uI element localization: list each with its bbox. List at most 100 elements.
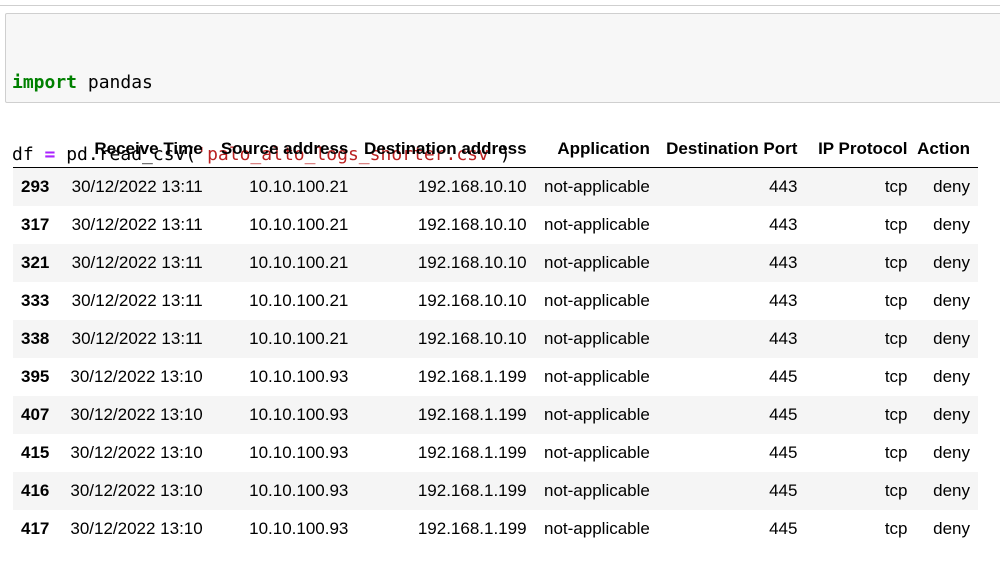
code-cell-input[interactable]: import pandas df = pd.read_csv('palo_alt… [5, 13, 1000, 237]
cell-destination-address: 192.168.1.199 [417, 405, 527, 424]
cell-destination-port: 445 [769, 443, 798, 462]
column-header-application: Application [534, 130, 658, 168]
cell-destination-port: 443 [769, 253, 798, 272]
cell-ip-protocol: tcp [884, 215, 908, 234]
row-index: 395 [21, 367, 50, 386]
column-header-action: Action [915, 130, 978, 168]
cell-destination-port: 443 [769, 215, 798, 234]
table-row: 317 30/12/2022 13:11 10.10.100.21 192.16… [13, 206, 978, 244]
cell-ip-protocol: tcp [884, 443, 908, 462]
cell-action: deny [933, 481, 970, 500]
cell-destination-address: 192.168.10.10 [417, 329, 527, 348]
cell-source-address: 10.10.100.93 [249, 443, 349, 462]
cell-source-address: 10.10.100.21 [249, 253, 349, 272]
cell-ip-protocol: tcp [884, 291, 908, 310]
cell-destination-address: 192.168.10.10 [417, 253, 527, 272]
dataframe-table: Receive Time Source address Destination … [13, 130, 978, 548]
table-row: 417 30/12/2022 13:10 10.10.100.93 192.16… [13, 510, 978, 548]
cell-action: deny [933, 177, 970, 196]
row-index: 407 [21, 405, 50, 424]
cell-source-address: 10.10.100.21 [249, 177, 349, 196]
cell-receive-time: 30/12/2022 13:11 [71, 177, 203, 196]
cell-receive-time: 30/12/2022 13:10 [70, 443, 203, 462]
column-header-receive-time: Receive Time [61, 130, 211, 168]
table-row: 415 30/12/2022 13:10 10.10.100.93 192.16… [13, 434, 978, 472]
cell-action: deny [933, 329, 970, 348]
cell-receive-time: 30/12/2022 13:11 [71, 329, 203, 348]
cell-receive-time: 30/12/2022 13:11 [71, 253, 203, 272]
column-header-destination-address: Destination address [356, 130, 535, 168]
cell-ip-protocol: tcp [884, 329, 908, 348]
cell-ip-protocol: tcp [884, 519, 908, 538]
cell-output: Receive Time Source address Destination … [13, 130, 978, 548]
cell-action: deny [933, 215, 970, 234]
cell-application: not-applicable [544, 443, 650, 462]
cell-destination-address: 192.168.10.10 [417, 291, 527, 310]
cell-ip-protocol: tcp [884, 253, 908, 272]
keyword-import: import [12, 72, 78, 93]
cell-source-address: 10.10.100.21 [249, 329, 349, 348]
code-line-1: import pandas [12, 71, 1000, 95]
code-text: pandas [77, 72, 153, 93]
cell-destination-address: 192.168.10.10 [417, 177, 527, 196]
cell-receive-time: 30/12/2022 13:10 [70, 519, 203, 538]
row-index: 416 [21, 481, 50, 500]
cell-action: deny [933, 253, 970, 272]
cell-receive-time: 30/12/2022 13:10 [70, 367, 203, 386]
cell-application: not-applicable [544, 481, 650, 500]
cell-application: not-applicable [544, 253, 650, 272]
table-row: 338 30/12/2022 13:11 10.10.100.21 192.16… [13, 320, 978, 358]
table-row: 416 30/12/2022 13:10 10.10.100.93 192.16… [13, 472, 978, 510]
cell-action: deny [933, 443, 970, 462]
cell-application: not-applicable [544, 405, 650, 424]
cell-source-address: 10.10.100.93 [249, 367, 349, 386]
cell-application: not-applicable [544, 177, 650, 196]
cell-destination-port: 443 [769, 329, 798, 348]
cell-destination-port: 445 [769, 481, 798, 500]
row-index: 338 [21, 329, 50, 348]
cell-destination-port: 445 [769, 405, 798, 424]
cell-source-address: 10.10.100.93 [249, 519, 349, 538]
table-row: 321 30/12/2022 13:11 10.10.100.21 192.16… [13, 244, 978, 282]
table-row: 293 30/12/2022 13:11 10.10.100.21 192.16… [13, 167, 978, 206]
cell-divider [0, 5, 1000, 6]
row-index: 417 [21, 519, 50, 538]
row-index: 293 [21, 177, 50, 196]
table-row: 407 30/12/2022 13:10 10.10.100.93 192.16… [13, 396, 978, 434]
cell-destination-port: 443 [769, 291, 798, 310]
cell-ip-protocol: tcp [884, 405, 908, 424]
cell-application: not-applicable [544, 519, 650, 538]
cell-destination-address: 192.168.10.10 [417, 215, 527, 234]
row-index: 415 [21, 443, 50, 462]
cell-source-address: 10.10.100.93 [249, 481, 349, 500]
cell-ip-protocol: tcp [884, 177, 908, 196]
table-row: 395 30/12/2022 13:10 10.10.100.93 192.16… [13, 358, 978, 396]
row-index: 321 [21, 253, 50, 272]
cell-destination-port: 445 [769, 367, 798, 386]
cell-receive-time: 30/12/2022 13:10 [70, 481, 203, 500]
cell-source-address: 10.10.100.21 [249, 215, 349, 234]
cell-application: not-applicable [544, 215, 650, 234]
cell-receive-time: 30/12/2022 13:10 [70, 405, 203, 424]
column-header-ip-protocol: IP Protocol [805, 130, 916, 168]
cell-receive-time: 30/12/2022 13:11 [71, 291, 203, 310]
cell-application: not-applicable [544, 291, 650, 310]
row-index: 317 [21, 215, 50, 234]
cell-action: deny [933, 367, 970, 386]
cell-destination-address: 192.168.1.199 [417, 519, 527, 538]
cell-action: deny [933, 405, 970, 424]
index-header [13, 130, 62, 168]
table-header-row: Receive Time Source address Destination … [13, 130, 978, 168]
cell-application: not-applicable [544, 367, 650, 386]
cell-action: deny [933, 291, 970, 310]
cell-destination-port: 443 [769, 177, 798, 196]
cell-action: deny [933, 519, 970, 538]
cell-ip-protocol: tcp [884, 367, 908, 386]
cell-source-address: 10.10.100.93 [249, 405, 349, 424]
cell-destination-address: 192.168.1.199 [417, 443, 527, 462]
column-header-source-address: Source address [210, 130, 357, 168]
cell-ip-protocol: tcp [884, 481, 908, 500]
table-row: 333 30/12/2022 13:11 10.10.100.21 192.16… [13, 282, 978, 320]
row-index: 333 [21, 291, 50, 310]
column-header-destination-port: Destination Port [657, 130, 806, 168]
